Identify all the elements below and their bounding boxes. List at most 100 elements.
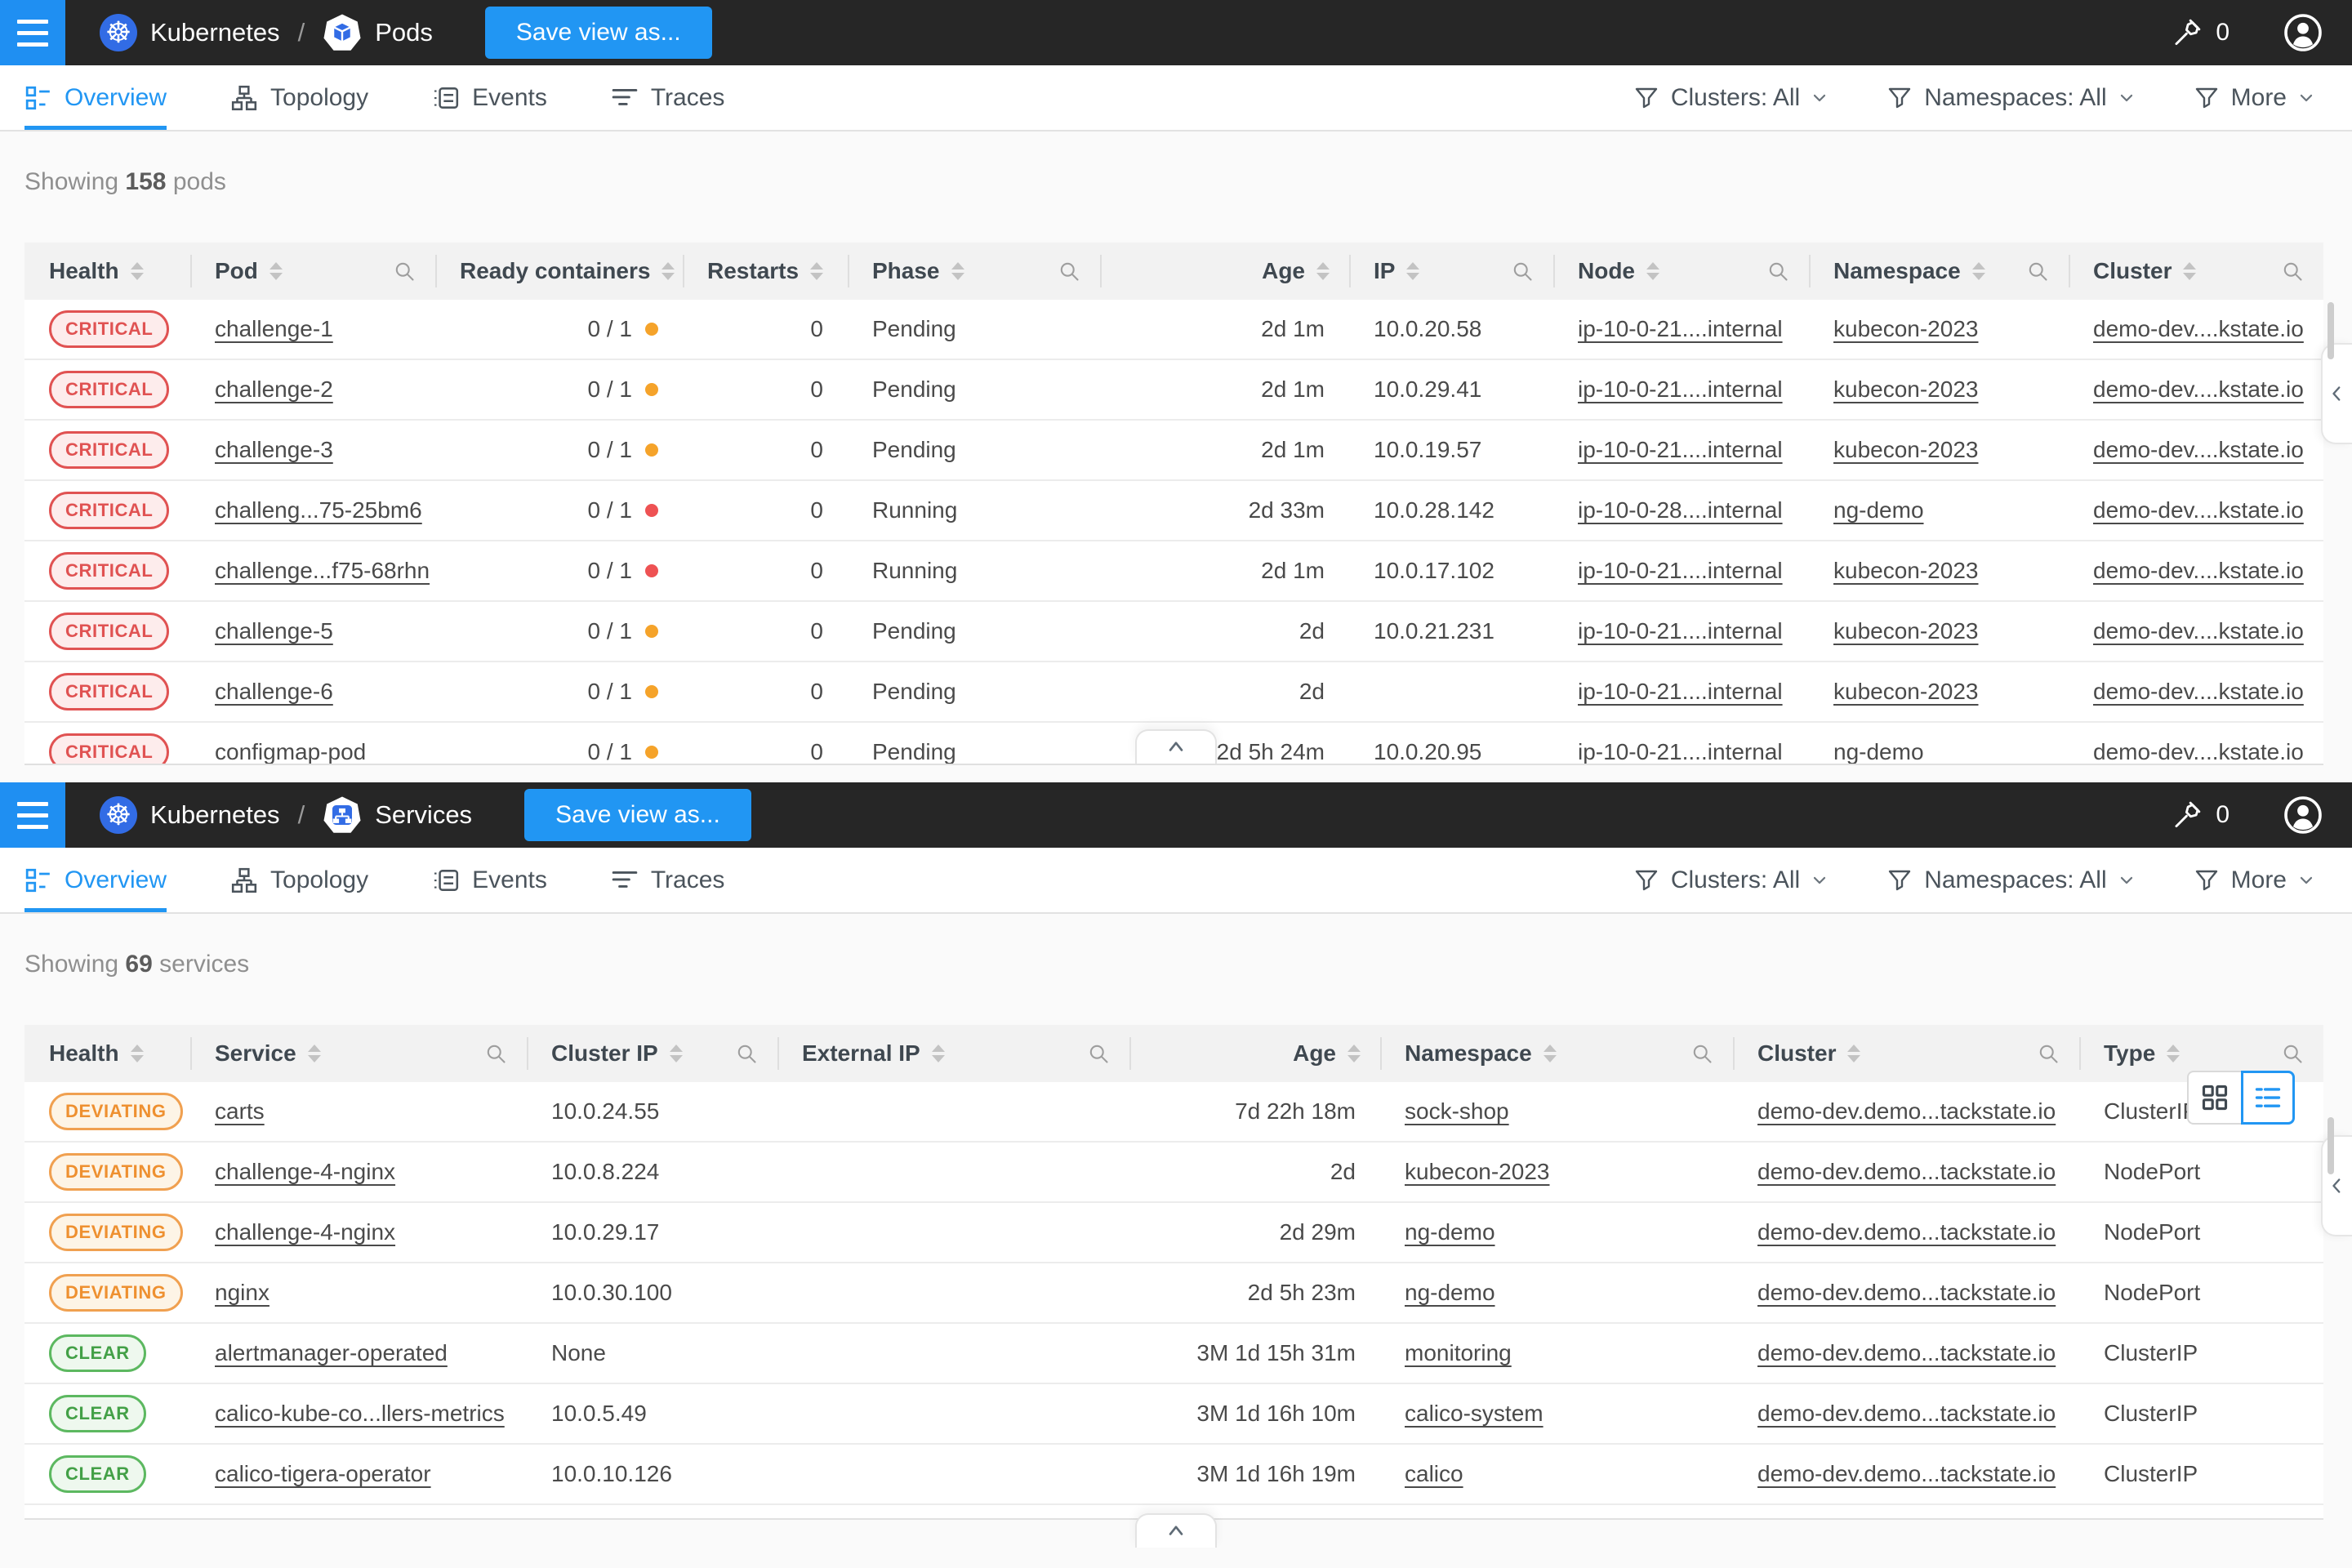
health-badge[interactable]: CLEAR xyxy=(49,1455,146,1493)
hamburger-menu-button[interactable] xyxy=(0,0,65,65)
pod-link[interactable]: challenge-6 xyxy=(215,679,333,705)
column-header-namespace[interactable]: Namespace xyxy=(1380,1025,1733,1082)
table-row[interactable]: CRITICAL challenge-1 0 / 1 0 Pending 2d … xyxy=(24,300,2323,360)
service-link[interactable]: nginx xyxy=(215,1280,270,1306)
node-link[interactable]: ip-10-0-21....internal xyxy=(1578,618,1783,644)
search-icon[interactable] xyxy=(484,1042,507,1065)
cluster-link[interactable]: demo-dev....kstate.io xyxy=(2093,618,2304,644)
expand-side-panel-button[interactable] xyxy=(2321,1135,2352,1236)
sort-icon[interactable] xyxy=(1348,1045,1361,1062)
namespaces-filter[interactable]: Namespaces: All xyxy=(1886,84,2136,112)
cluster-link[interactable]: demo-dev....kstate.io xyxy=(2093,739,2304,765)
tab-events[interactable]: Events xyxy=(432,848,547,912)
search-icon[interactable] xyxy=(1766,260,1789,283)
health-badge[interactable]: CRITICAL xyxy=(49,612,169,650)
tab-topology[interactable]: Topology xyxy=(230,848,368,912)
more-filters[interactable]: More xyxy=(2194,84,2316,112)
column-header-cluster[interactable]: Cluster xyxy=(1733,1025,2079,1082)
list-view-button[interactable] xyxy=(2241,1071,2295,1125)
grid-view-button[interactable] xyxy=(2187,1071,2241,1125)
column-header-ip[interactable]: IP xyxy=(1349,243,1553,300)
pod-link[interactable]: challenge-3 xyxy=(215,437,333,463)
save-view-as-button[interactable]: Save view as... xyxy=(485,7,712,59)
search-icon[interactable] xyxy=(2037,1042,2060,1065)
column-header-restarts[interactable]: Restarts xyxy=(683,243,848,300)
search-icon[interactable] xyxy=(1511,260,1534,283)
sort-icon[interactable] xyxy=(662,262,675,280)
service-link[interactable]: challenge-4-nginx xyxy=(215,1159,395,1185)
namespace-link[interactable]: kubecon-2023 xyxy=(1833,376,1978,403)
column-header-health[interactable]: Health xyxy=(24,1025,190,1082)
collapse-panel-button[interactable] xyxy=(1135,1513,1217,1548)
pod-link[interactable]: challenge...f75-68rhn xyxy=(215,558,430,584)
tab-overview[interactable]: Overview xyxy=(24,65,167,130)
sort-icon[interactable] xyxy=(131,262,144,280)
health-badge[interactable]: DEVIATING xyxy=(49,1153,183,1191)
breadcrumb-view[interactable]: Pods xyxy=(375,18,433,47)
search-icon[interactable] xyxy=(1058,260,1080,283)
node-link[interactable]: ip-10-0-21....internal xyxy=(1578,558,1783,584)
column-header-age[interactable]: Age xyxy=(1100,243,1349,300)
cluster-link[interactable]: demo-dev....kstate.io xyxy=(2093,558,2304,584)
sort-icon[interactable] xyxy=(1544,1045,1557,1062)
expand-side-panel-button[interactable] xyxy=(2321,343,2352,444)
column-header-service[interactable]: Service xyxy=(190,1025,527,1082)
table-row[interactable]: DEVIATING carts 10.0.24.55 7d 22h 18m so… xyxy=(24,1082,2323,1143)
search-icon[interactable] xyxy=(735,1042,758,1065)
search-icon[interactable] xyxy=(2026,260,2049,283)
sort-icon[interactable] xyxy=(308,1045,321,1062)
tab-traces[interactable]: Traces xyxy=(611,65,725,130)
namespace-link[interactable]: kubecon-2023 xyxy=(1833,316,1978,342)
search-icon[interactable] xyxy=(1087,1042,1110,1065)
health-badge[interactable]: CRITICAL xyxy=(49,733,169,765)
node-link[interactable]: ip-10-0-21....internal xyxy=(1578,739,1783,765)
sort-icon[interactable] xyxy=(1646,262,1659,280)
breadcrumb-view[interactable]: Services xyxy=(375,800,472,830)
sort-icon[interactable] xyxy=(1972,262,1985,280)
node-link[interactable]: ip-10-0-21....internal xyxy=(1578,437,1783,463)
table-row[interactable]: CLEAR calico-kube-co...llers-metrics 10.… xyxy=(24,1384,2323,1445)
column-header-age[interactable]: Age xyxy=(1129,1025,1380,1082)
pod-link[interactable]: challenge-5 xyxy=(215,618,333,644)
table-row[interactable]: CRITICAL challenge-6 0 / 1 0 Pending 2d … xyxy=(24,662,2323,723)
table-row[interactable]: CRITICAL challeng...75-25bm6 0 / 1 0 Run… xyxy=(24,481,2323,541)
cluster-link[interactable]: demo-dev.demo...tackstate.io xyxy=(1757,1098,2056,1125)
cluster-link[interactable]: demo-dev.demo...tackstate.io xyxy=(1757,1461,2056,1487)
column-header-ready-containers[interactable]: Ready containers xyxy=(435,243,683,300)
namespace-link[interactable]: calico-system xyxy=(1405,1401,1544,1427)
health-badge[interactable]: CLEAR xyxy=(49,1395,146,1432)
cluster-link[interactable]: demo-dev....kstate.io xyxy=(2093,376,2304,403)
namespace-link[interactable]: kubecon-2023 xyxy=(1405,1159,1549,1185)
service-link[interactable]: challenge-4-nginx xyxy=(215,1219,395,1245)
avatar[interactable] xyxy=(2283,795,2323,835)
pod-link[interactable]: challeng...75-25bm6 xyxy=(215,497,422,523)
column-header-namespace[interactable]: Namespace xyxy=(1809,243,2069,300)
namespace-link[interactable]: calico xyxy=(1405,1461,1463,1487)
node-link[interactable]: ip-10-0-21....internal xyxy=(1578,679,1783,705)
cluster-link[interactable]: demo-dev....kstate.io xyxy=(2093,437,2304,463)
namespace-link[interactable]: kubecon-2023 xyxy=(1833,558,1978,584)
sort-icon[interactable] xyxy=(1847,1045,1860,1062)
service-link[interactable]: alertmanager-operated xyxy=(215,1340,448,1366)
sort-icon[interactable] xyxy=(670,1045,683,1062)
cluster-link[interactable]: demo-dev.demo...tackstate.io xyxy=(1757,1340,2056,1366)
cluster-link[interactable]: demo-dev.demo...tackstate.io xyxy=(1757,1159,2056,1185)
pod-link[interactable]: challenge-1 xyxy=(215,316,333,342)
search-icon[interactable] xyxy=(1690,1042,1713,1065)
health-badge[interactable]: CRITICAL xyxy=(49,371,169,408)
namespace-link[interactable]: ng-demo xyxy=(1833,739,1924,765)
column-header-external-ip[interactable]: External IP xyxy=(777,1025,1129,1082)
service-link[interactable]: carts xyxy=(215,1098,265,1125)
namespace-link[interactable]: sock-shop xyxy=(1405,1098,1509,1125)
breadcrumb-app[interactable]: Kubernetes xyxy=(150,800,280,830)
cluster-link[interactable]: demo-dev.demo...tackstate.io xyxy=(1757,1401,2056,1427)
sort-icon[interactable] xyxy=(1406,262,1419,280)
table-row[interactable]: CLEAR alertmanager-operated None 3M 1d 1… xyxy=(24,1324,2323,1384)
namespace-link[interactable]: ng-demo xyxy=(1405,1280,1495,1306)
node-link[interactable]: ip-10-0-28....internal xyxy=(1578,497,1783,523)
pin-icon[interactable] xyxy=(2172,800,2203,831)
node-link[interactable]: ip-10-0-21....internal xyxy=(1578,376,1783,403)
column-header-phase[interactable]: Phase xyxy=(848,243,1100,300)
clusters-filter[interactable]: Clusters: All xyxy=(1633,866,1829,894)
table-row[interactable]: DEVIATING challenge-4-nginx 10.0.29.17 2… xyxy=(24,1203,2323,1263)
